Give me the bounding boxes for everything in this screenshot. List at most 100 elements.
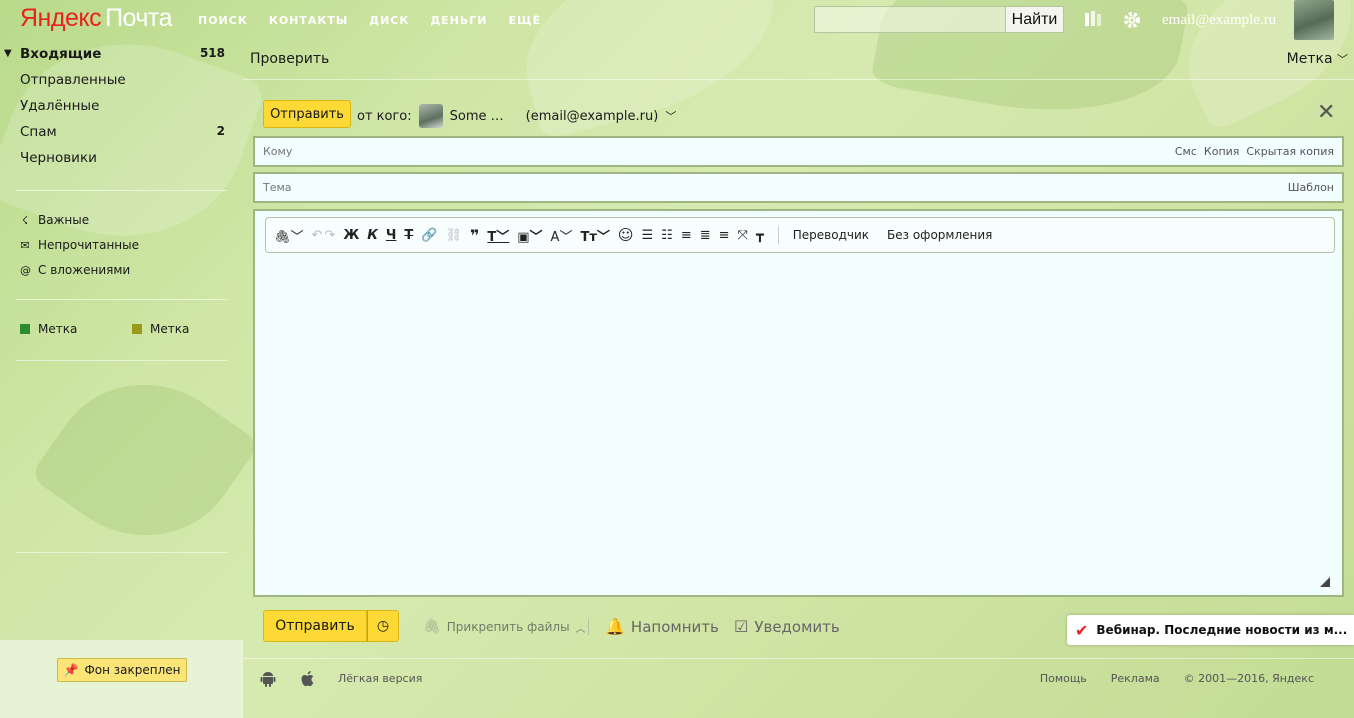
footer-links: Помощь Реклама © 2001—2016, Яндекс — [1040, 672, 1314, 685]
header: Яндекс Почта ПОИСК КОНТАКТЫ ДИСК ДЕНЬГИ Е… — [0, 0, 1354, 40]
logo[interactable]: Яндекс Почта — [20, 4, 172, 33]
webinar-notification[interactable]: ✔ Вебинар. Последние новости из м... — [1067, 615, 1354, 645]
remind-button[interactable]: 🔔 Напомнить — [605, 617, 719, 636]
folder-label: Входящие — [20, 46, 102, 62]
chevron-down-icon: ﹀ — [665, 110, 677, 123]
label-menu[interactable]: Метка ﹀ — [1287, 51, 1348, 67]
copyright: © 2001—2016, Яндекс — [1183, 672, 1314, 685]
nav-money[interactable]: ДЕНЬГИ — [430, 14, 487, 27]
gear-icon[interactable] — [1122, 10, 1142, 33]
subject-field[interactable]: Тема Шаблон — [253, 172, 1344, 203]
label-name: Метка — [38, 322, 78, 336]
redo-icon[interactable]: ↷ — [324, 228, 335, 243]
paperclip-icon: @ — [20, 263, 31, 277]
strikethrough-icon[interactable]: T — [404, 228, 413, 243]
filter-unread[interactable]: ✉ Непрочитанные — [20, 238, 139, 252]
bcc-link[interactable]: Скрытая копия — [1246, 145, 1334, 158]
bold-icon[interactable]: Ж — [343, 228, 359, 243]
sidebar-divider — [16, 552, 227, 553]
apple-icon[interactable] — [299, 670, 317, 692]
unlink-icon[interactable]: ⛓ — [445, 228, 462, 243]
text-color-icon[interactable]: T﹀ — [487, 226, 509, 245]
close-icon[interactable]: ✕ — [1317, 102, 1335, 124]
filter-label: Непрочитанные — [38, 238, 139, 252]
paperclip-icon: 🖇 — [423, 619, 441, 635]
nav-disk[interactable]: ДИСК — [369, 14, 409, 27]
quote-icon[interactable]: ❞ — [470, 226, 479, 245]
underline-icon[interactable]: Ч — [386, 228, 397, 243]
align-right-icon[interactable]: ≡ — [719, 228, 730, 243]
folder-label: Удалённые — [20, 98, 100, 114]
emoji-icon[interactable]: ☺ — [618, 226, 634, 244]
background-color-icon[interactable]: ▣﹀ — [517, 226, 542, 245]
attach-menu-icon[interactable]: 🖇﹀ — [274, 226, 304, 245]
template-link[interactable]: Шаблон — [1288, 181, 1334, 194]
check-button[interactable]: Проверить — [250, 51, 329, 67]
font-size-icon[interactable]: Tт﹀ — [580, 226, 609, 245]
link-icon[interactable]: 🔗 — [421, 228, 437, 243]
nav-search[interactable]: ПОИСК — [198, 14, 248, 27]
resize-handle[interactable] — [1320, 577, 1330, 587]
clock-icon[interactable]: ◷ — [367, 610, 399, 642]
format-painter-icon[interactable]: ┳ — [756, 228, 764, 243]
fullscreen-icon[interactable]: ⤧ — [738, 228, 748, 243]
search-button[interactable]: Найти — [1005, 7, 1063, 32]
font-icon[interactable]: A﹀ — [551, 226, 573, 245]
pin-background-button[interactable]: 📌 Фон закреплен — [57, 658, 187, 682]
nav-contacts[interactable]: КОНТАКТЫ — [269, 14, 348, 27]
filter-important[interactable]: ☇ Важные — [20, 213, 89, 227]
notify-button[interactable]: ☑ Уведомить — [734, 617, 840, 636]
format-toolbar: 🖇﹀ ↶ ↷ Ж К Ч T 🔗 ⛓ ❞ T﹀ ▣﹀ A﹀ Tт﹀ ☺ ☰ ☷ … — [265, 217, 1335, 253]
italic-icon[interactable]: К — [367, 228, 378, 243]
to-field[interactable]: Кому Смс Копия Скрытая копия — [253, 136, 1344, 167]
filter-attachments[interactable]: @ С вложениями — [20, 263, 130, 277]
envelope-icon: ✉ — [20, 238, 30, 252]
from-row[interactable]: от кого: Some … (email@example.ru) ﹀ — [357, 104, 676, 128]
avatar[interactable] — [1294, 0, 1334, 40]
plain-text-button[interactable]: Без оформления — [887, 228, 992, 242]
logo-product: Почта — [105, 4, 172, 32]
numbered-list-icon[interactable]: ☰ — [642, 228, 654, 243]
help-link[interactable]: Помощь — [1040, 672, 1087, 685]
translator-button[interactable]: Переводчик — [793, 228, 869, 242]
search-input[interactable] — [815, 7, 1005, 32]
bell-icon: 🔔 — [605, 617, 625, 636]
undo-icon[interactable]: ↶ — [312, 228, 323, 243]
android-icon[interactable] — [259, 670, 277, 692]
remind-label: Напомнить — [630, 617, 719, 636]
label-item[interactable]: Метка — [20, 322, 77, 336]
chevron-down-icon[interactable]: ▼ — [4, 48, 12, 59]
important-icon: ☇ — [21, 213, 29, 227]
sms-link[interactable]: Смс — [1175, 145, 1197, 158]
main-divider — [243, 79, 1354, 80]
nav-more[interactable]: ЕЩЁ — [509, 14, 542, 27]
user-email[interactable]: email@example.ru — [1162, 12, 1276, 29]
bulleted-list-icon[interactable]: ☷ — [661, 228, 673, 243]
notify-checkbox-icon: ☑ — [734, 617, 749, 636]
lite-version-link[interactable]: Лёгкая версия — [338, 672, 422, 685]
sender-avatar — [418, 104, 443, 128]
attach-files-button[interactable]: 🖇 Прикрепить файлы ︿ — [423, 619, 586, 635]
folder-spam[interactable]: Спам 2 — [20, 124, 235, 140]
label-item[interactable]: Метка — [132, 322, 189, 336]
ads-link[interactable]: Реклама — [1111, 672, 1160, 685]
message-editor[interactable]: 🖇﹀ ↶ ↷ Ж К Ч T 🔗 ⛓ ❞ T﹀ ▣﹀ A﹀ Tт﹀ ☺ ☰ ☷ … — [253, 209, 1344, 597]
from-name: Some … — [449, 108, 504, 124]
cc-link[interactable]: Копия — [1204, 145, 1240, 158]
label-color-swatch — [132, 324, 142, 334]
folder-drafts[interactable]: Черновики — [20, 150, 97, 166]
align-center-icon[interactable]: ≣ — [700, 228, 711, 243]
chevron-down-icon: ﹀ — [1337, 53, 1348, 66]
sidebar-divider — [16, 299, 227, 300]
send-button-top[interactable]: Отправить — [263, 100, 351, 128]
folder-count: 2 — [216, 124, 225, 138]
notify-label: Уведомить — [754, 617, 840, 636]
folder-inbox[interactable]: Входящие 518 — [20, 46, 235, 62]
send-button[interactable]: Отправить — [263, 610, 367, 642]
filter-label: С вложениями — [38, 263, 131, 277]
folder-deleted[interactable]: Удалённые — [20, 98, 99, 114]
folder-sent[interactable]: Отправленные — [20, 72, 126, 88]
themes-icon[interactable] — [1084, 10, 1102, 31]
filter-label: Важные — [38, 213, 90, 227]
align-left-icon[interactable]: ≡ — [681, 228, 692, 243]
